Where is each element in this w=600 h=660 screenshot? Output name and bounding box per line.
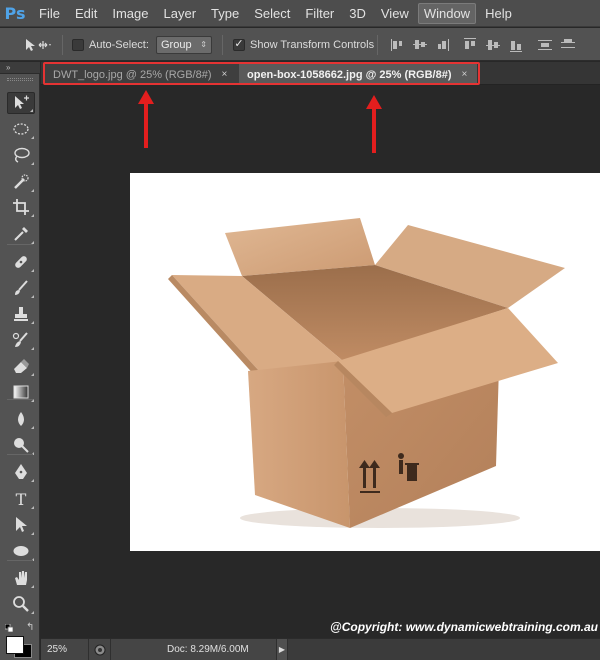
tab-label: open-box-1058662.jpg @ 25% (RGB/8#)	[247, 68, 452, 81]
move-icon	[15, 95, 29, 109]
pen-icon	[15, 464, 27, 479]
menu-view[interactable]: View	[375, 3, 415, 24]
path-selection-icon	[16, 517, 27, 532]
blur-icon	[18, 412, 24, 426]
healing-brush-icon	[15, 256, 27, 268]
document-canvas[interactable]	[130, 173, 600, 551]
tool-preset-picker[interactable]	[24, 28, 52, 61]
menu-help[interactable]: Help	[479, 3, 518, 24]
quick-selection-tool[interactable]	[7, 171, 35, 193]
status-bar: 25% Doc: 8.29M/6.00M ▶	[41, 638, 600, 660]
tab-open-box[interactable]: open-box-1058662.jpg @ 25% (RGB/8#) ×	[239, 64, 477, 85]
healing-brush-tool[interactable]	[7, 251, 35, 273]
photoshop-logo: Ps	[4, 3, 26, 23]
brush-icon	[15, 280, 28, 295]
copyright-watermark: @Copyright: www.dynamicwebtraining.com.a…	[330, 620, 598, 634]
status-menu-arrow-icon[interactable]: ▶	[276, 638, 288, 660]
auto-select-value: Group	[161, 38, 192, 51]
panel-grip[interactable]	[7, 78, 33, 81]
options-bar: Auto-Select: Group ⇕ ✓ Show Transform Co…	[0, 28, 600, 61]
move-tool-icon	[26, 38, 51, 51]
menu-edit[interactable]: Edit	[69, 3, 103, 24]
history-brush-icon	[12, 332, 28, 347]
eyedropper-icon	[14, 227, 28, 241]
hand-tool[interactable]	[7, 567, 35, 589]
open-box-image	[168, 218, 565, 528]
tool-separator	[7, 399, 33, 400]
ellipse-tool[interactable]	[7, 540, 35, 562]
close-icon[interactable]: ×	[222, 69, 228, 80]
crop-icon	[13, 199, 29, 215]
status-scrollbar[interactable]	[288, 638, 600, 660]
type-tool-icon: T	[15, 489, 27, 509]
menu-layer[interactable]: Layer	[158, 3, 203, 24]
tab-label: DWT_logo.jpg @ 25% (RGB/8#)	[53, 68, 212, 81]
zoom-tool[interactable]	[7, 593, 35, 615]
blur-tool[interactable]	[7, 408, 35, 430]
marquee-icon	[13, 123, 29, 135]
tool-separator	[7, 244, 33, 245]
eyedropper-tool[interactable]	[7, 223, 35, 245]
clone-stamp-tool[interactable]	[7, 303, 35, 325]
marquee-tool[interactable]	[7, 118, 35, 140]
swap-colors-icon[interactable]: ↰	[26, 622, 34, 633]
auto-select-dropdown[interactable]: Group ⇕	[156, 35, 212, 54]
align-vertical-centers-icon[interactable]	[413, 38, 427, 52]
auto-select-checkbox[interactable]	[72, 38, 84, 51]
history-brush-tool[interactable]	[7, 329, 35, 351]
path-selection-tool[interactable]	[7, 514, 35, 536]
foreground-color-swatch[interactable]	[6, 636, 24, 654]
pen-tool[interactable]	[7, 461, 35, 483]
menu-3d[interactable]: 3D	[343, 3, 372, 24]
distribute-centers-icon[interactable]	[561, 38, 575, 52]
clone-stamp-icon	[14, 307, 28, 321]
menu-window[interactable]: Window	[417, 2, 477, 24]
document-tab-bar: DWT_logo.jpg @ 25% (RGB/8#) × open-box-1…	[41, 62, 600, 85]
menu-image[interactable]: Image	[106, 3, 154, 24]
zoom-level[interactable]: 25%	[41, 638, 89, 660]
dodge-icon	[14, 438, 29, 453]
align-left-edges-icon[interactable]	[463, 37, 477, 52]
menu-bar: Ps File Edit Image Layer Type Select Fil…	[0, 0, 600, 27]
menu-select[interactable]: Select	[248, 3, 296, 24]
align-right-edges-icon[interactable]	[509, 38, 523, 52]
ellipse-icon	[13, 546, 29, 556]
lasso-icon	[14, 147, 30, 163]
close-icon[interactable]: ×	[462, 69, 468, 80]
crop-tool[interactable]	[7, 196, 35, 218]
red-arrow-icon	[366, 95, 382, 153]
align-top-edges-icon[interactable]	[390, 38, 404, 52]
align-bottom-edges-icon[interactable]	[436, 38, 450, 52]
move-tool[interactable]	[7, 92, 35, 114]
show-transform-checkbox[interactable]: ✓	[233, 38, 245, 51]
tool-panel-collapse-toggle[interactable]: »	[0, 62, 40, 74]
auto-select-label: Auto-Select:	[89, 38, 149, 51]
menu-filter[interactable]: Filter	[299, 3, 340, 24]
red-arrow-icon	[138, 90, 154, 148]
status-info-icon[interactable]	[89, 638, 111, 660]
align-horizontal-centers-icon[interactable]	[486, 38, 500, 52]
brush-tool[interactable]	[7, 277, 35, 299]
zoom-icon	[13, 596, 29, 612]
align-buttons	[390, 28, 584, 61]
eraser-tool[interactable]	[7, 355, 35, 377]
document-size-info: Doc: 8.29M/6.00M	[167, 643, 249, 655]
menu-type[interactable]: Type	[205, 3, 245, 24]
hand-icon	[15, 571, 27, 585]
lasso-tool[interactable]	[7, 144, 35, 166]
eraser-icon	[14, 359, 29, 373]
quick-selection-icon	[14, 174, 29, 189]
distribute-icon[interactable]	[538, 38, 552, 52]
tab-dwt-logo[interactable]: DWT_logo.jpg @ 25% (RGB/8#) ×	[45, 64, 239, 85]
dodge-tool[interactable]	[7, 434, 35, 456]
show-transform-label: Show Transform Controls	[250, 38, 375, 51]
default-colors-icon[interactable]	[5, 624, 13, 632]
menu-file[interactable]: File	[33, 3, 66, 24]
dropdown-arrows-icon: ⇕	[200, 40, 207, 49]
tool-separator	[7, 560, 33, 561]
tool-separator	[7, 454, 33, 455]
type-tool[interactable]: T	[7, 488, 35, 510]
